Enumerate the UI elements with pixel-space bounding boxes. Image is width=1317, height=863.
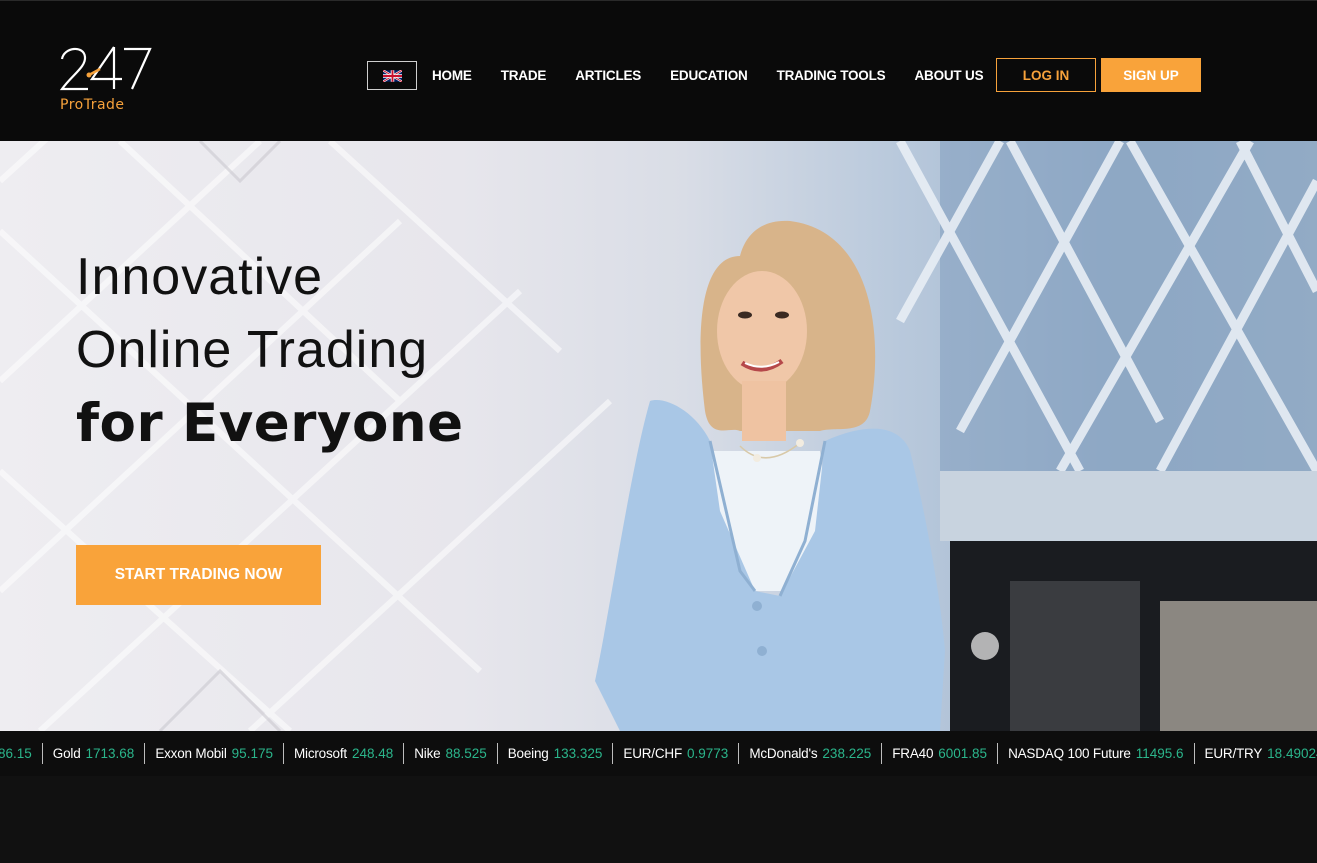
ticker-item[interactable]: McDonald's 238.225 — [739, 743, 883, 764]
ticker-symbol: Microsoft — [293, 746, 347, 761]
signup-button[interactable]: SIGN UP — [1101, 58, 1201, 92]
woman-in-blue-suit-photo — [595, 220, 945, 731]
logo[interactable]: ProTrade — [58, 41, 158, 116]
ticker-item[interactable]: NASDAQ 100 Future 11495.6 — [998, 743, 1195, 764]
nav-education[interactable]: EDUCATION — [670, 68, 748, 83]
ticker-price: 88.525 — [445, 746, 487, 761]
ticker-price: 0.9773 — [687, 746, 729, 761]
page-bottom-area — [0, 776, 1317, 863]
main-nav: HOME TRADE ARTICLES EDUCATION TRADING TO… — [367, 61, 997, 90]
ticker-price: 11495.6 — [1135, 746, 1184, 761]
ticker-item[interactable]: Microsoft 248.48 — [284, 743, 405, 764]
ticker-price: 248.48 — [351, 746, 394, 761]
hero-banner: Innovative Online Trading for Everyone S… — [0, 141, 1317, 731]
ticker-item[interactable]: Nike 88.525 — [404, 743, 498, 764]
ticker-item[interactable]: Boeing 133.325 — [498, 743, 614, 764]
ticker-symbol: McDonald's — [749, 746, 818, 761]
ticker-item[interactable]: FRA40 6001.85 — [882, 743, 999, 764]
ticker-symbol: FRA40 — [892, 746, 934, 761]
nav-articles[interactable]: ARTICLES — [575, 68, 641, 83]
hero-line-2: Online Trading — [76, 321, 429, 379]
ticker-item[interactable]: Gold 1713.68 — [43, 743, 146, 764]
ticker-symbol: EUR/TRY — [1204, 746, 1263, 761]
ticker-symbol: NASDAQ 100 Future — [1008, 746, 1131, 761]
start-trading-button[interactable]: START TRADING NOW — [76, 545, 321, 605]
price-ticker: 86.15 Gold 1713.68 Exxon Mobil 95.175 Mi… — [0, 731, 1317, 776]
ticker-item[interactable]: 86.15 — [0, 743, 43, 764]
hero-line-3: for Everyone — [76, 393, 464, 454]
ticker-item[interactable]: EUR/CHF 0.9773 — [613, 743, 740, 764]
ticker-symbol: Exxon Mobil — [155, 746, 227, 761]
ticker-item[interactable]: Exxon Mobil 95.175 — [145, 743, 284, 764]
ticker-price: 133.325 — [553, 746, 603, 761]
nav-home[interactable]: HOME — [432, 68, 472, 83]
ticker-price: 1713.68 — [85, 746, 135, 761]
logo-text: ProTrade — [60, 97, 125, 113]
login-button[interactable]: LOG IN — [996, 58, 1096, 92]
ticker-symbol: Gold — [52, 746, 81, 761]
hero-heading: Innovative Online Trading for Everyone — [76, 241, 464, 460]
nav-trading-tools[interactable]: TRADING TOOLS — [777, 68, 886, 83]
hero-line-1: Innovative — [76, 248, 324, 306]
ticker-price: 86.15 — [0, 746, 32, 761]
site-header: ProTrade HOME TRADE ARTICLES EDUCATION T… — [0, 0, 1317, 141]
nav-about-us[interactable]: ABOUT US — [914, 68, 983, 83]
uk-flag-icon — [382, 69, 402, 82]
ticker-symbol: Nike — [414, 746, 441, 761]
nav-trade[interactable]: TRADE — [501, 68, 547, 83]
ticker-price: 18.49024 — [1267, 746, 1317, 761]
language-selector[interactable] — [367, 61, 417, 90]
logo-mark-icon — [59, 46, 152, 91]
ticker-symbol: Boeing — [507, 746, 549, 761]
ticker-item[interactable]: EUR/TRY 18.49024 — [1195, 743, 1317, 764]
ticker-price: 6001.85 — [938, 746, 988, 761]
ticker-price: 238.225 — [822, 746, 872, 761]
ticker-symbol: EUR/CHF — [623, 746, 683, 761]
ticker-price: 95.175 — [231, 746, 273, 761]
ticker-track: 86.15 Gold 1713.68 Exxon Mobil 95.175 Mi… — [0, 731, 1317, 776]
